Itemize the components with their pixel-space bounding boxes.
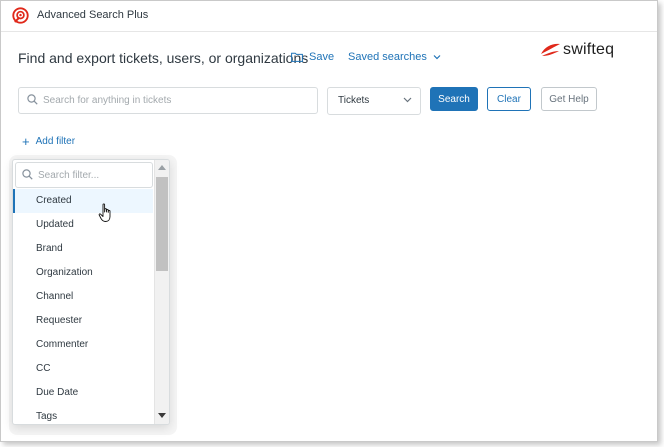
folder-icon bbox=[291, 52, 303, 62]
scroll-down-arrow-icon[interactable] bbox=[158, 413, 166, 418]
search-type-select[interactable]: Tickets bbox=[327, 87, 421, 115]
filter-search-field[interactable] bbox=[15, 162, 153, 188]
filter-option-commenter[interactable]: Commenter bbox=[13, 333, 153, 357]
scroll-up-arrow-icon[interactable] bbox=[158, 165, 166, 170]
app-title: Advanced Search Plus bbox=[37, 9, 149, 21]
get-help-button[interactable]: Get Help bbox=[541, 87, 597, 111]
search-button[interactable]: Search bbox=[430, 87, 478, 111]
save-label: Save bbox=[309, 51, 335, 63]
filter-option-created[interactable]: Created bbox=[13, 189, 153, 213]
filter-option-brand[interactable]: Brand bbox=[13, 237, 153, 261]
filter-option-due-date[interactable]: Due Date bbox=[13, 381, 153, 405]
filter-option-updated[interactable]: Updated bbox=[13, 213, 153, 237]
filter-option-organization[interactable]: Organization bbox=[13, 261, 153, 285]
save-button[interactable]: Save bbox=[291, 51, 334, 63]
clear-button[interactable]: Clear bbox=[487, 87, 531, 111]
title-bar: Advanced Search Plus bbox=[1, 1, 657, 32]
filter-option-channel[interactable]: Channel bbox=[13, 285, 153, 309]
app-window: Advanced Search Plus Find and export tic… bbox=[0, 0, 658, 442]
search-icon bbox=[27, 94, 38, 105]
filter-list: Created Updated Brand Organization Chann… bbox=[13, 189, 153, 424]
swifteq-logo-icon bbox=[541, 43, 560, 56]
filter-dropdown: Created Updated Brand Organization Chann… bbox=[12, 159, 170, 425]
chevron-down-icon bbox=[433, 55, 441, 60]
scroll-thumb[interactable] bbox=[156, 177, 168, 271]
filter-option-tags[interactable]: Tags bbox=[13, 405, 153, 424]
filter-option-cc[interactable]: CC bbox=[13, 357, 153, 381]
search-field[interactable] bbox=[18, 87, 318, 114]
brand-name: swifteq bbox=[563, 41, 615, 58]
filter-option-requester[interactable]: Requester bbox=[13, 309, 153, 333]
search-type-value: Tickets bbox=[338, 95, 370, 106]
add-filter-button[interactable]: + Add filter bbox=[22, 133, 76, 149]
saved-searches-label: Saved searches bbox=[348, 51, 427, 63]
add-filter-label: Add filter bbox=[35, 136, 76, 147]
chevron-down-icon bbox=[403, 97, 412, 103]
page-heading: Find and export tickets, users, or organ… bbox=[18, 50, 309, 66]
dropdown-scrollbar[interactable] bbox=[154, 160, 169, 424]
brand-logo: swifteq bbox=[539, 41, 614, 59]
plus-icon: + bbox=[22, 133, 30, 149]
search-icon bbox=[22, 169, 33, 180]
search-input[interactable] bbox=[43, 92, 308, 109]
filter-search-input[interactable] bbox=[38, 167, 148, 183]
saved-searches-dropdown[interactable]: Saved searches bbox=[348, 51, 441, 63]
app-logo-icon bbox=[12, 7, 29, 24]
